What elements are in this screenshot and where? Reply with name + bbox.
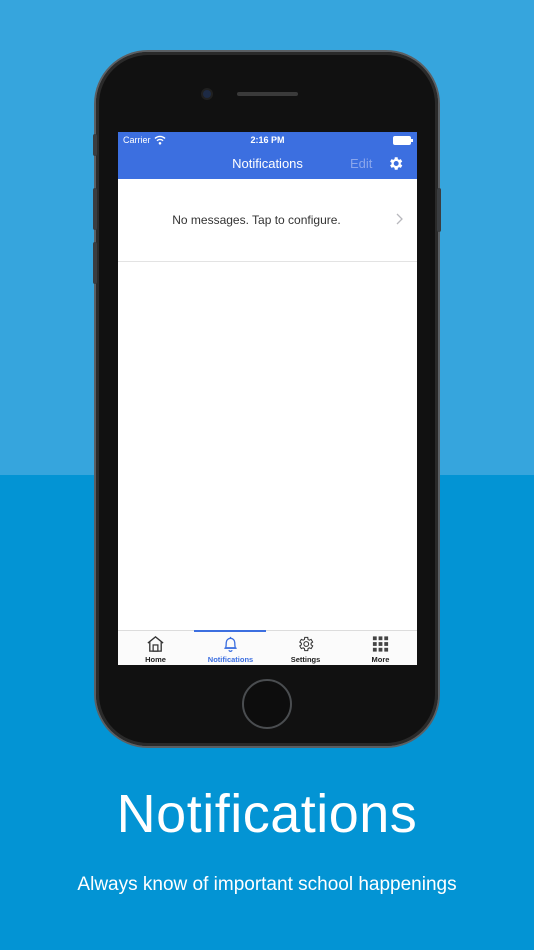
tab-home-label: Home <box>145 655 166 664</box>
tab-notifications[interactable]: Notifications <box>193 631 268 665</box>
tab-settings[interactable]: Settings <box>268 631 343 665</box>
empty-messages-row[interactable]: No messages. Tap to configure. <box>118 179 417 262</box>
tab-notifications-label: Notifications <box>207 655 254 664</box>
home-button[interactable] <box>242 679 292 729</box>
status-time: 2:16 PM <box>250 135 285 145</box>
empty-message-text: No messages. Tap to configure. <box>172 213 341 227</box>
caption-title: Notifications <box>116 784 418 844</box>
earpiece-speaker <box>237 92 298 96</box>
mute-switch <box>93 134 97 156</box>
nav-bar: Notifications Edit <box>118 150 417 179</box>
volume-up-button <box>93 188 97 230</box>
chevron-right-icon <box>396 213 403 225</box>
tab-more[interactable]: More <box>343 631 417 665</box>
status-bar: Carrier 2:16 PM <box>118 132 417 150</box>
caption-subtitle: Always know of important school happenin… <box>77 874 457 895</box>
edit-button[interactable]: Edit <box>350 156 372 171</box>
tab-more-label: More <box>371 655 390 664</box>
bell-icon <box>224 636 237 652</box>
tab-home[interactable]: Home <box>118 631 193 665</box>
front-camera <box>203 90 211 98</box>
grid-icon <box>372 636 389 652</box>
power-button <box>437 188 441 232</box>
tab-bar: Home Notifications Settings More <box>118 630 417 665</box>
gear-icon <box>299 636 314 652</box>
phone-screen: Carrier 2:16 PM Notifications Edit No me… <box>118 132 417 665</box>
gear-icon[interactable] <box>387 155 404 172</box>
tab-settings-label: Settings <box>290 655 321 664</box>
battery-icon <box>393 136 413 145</box>
home-icon <box>147 636 164 652</box>
volume-down-button <box>93 242 97 284</box>
